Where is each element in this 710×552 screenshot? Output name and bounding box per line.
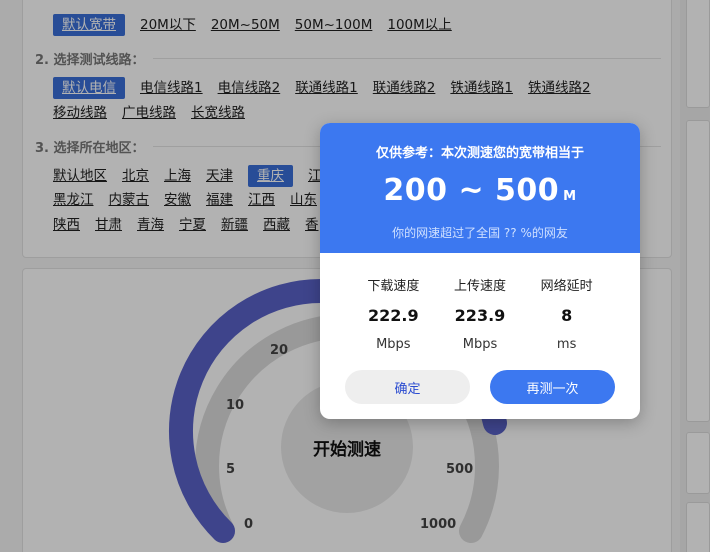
bandwidth-range: 200 ~ 500 M xyxy=(320,173,640,208)
ranking-text: 你的网速超过了全国 ?? %的网友 xyxy=(392,226,568,240)
stat-value: 222.9 xyxy=(368,306,419,325)
result-dialog: 仅供参考：本次测速您的宽带相当于 200 ~ 500 M 你的网速超过了全国 ??… xyxy=(320,123,640,419)
result-dialog-header: 仅供参考：本次测速您的宽带相当于 200 ~ 500 M 你的网速超过了全国 ??… xyxy=(320,123,640,253)
upload-stat: 上传速度 223.9 Mbps xyxy=(440,275,520,352)
stat-unit: ms xyxy=(556,337,577,352)
confirm-button[interactable]: 确定 xyxy=(345,370,470,404)
retest-button[interactable]: 再测一次 xyxy=(490,370,615,404)
latency-stat: 网络延时 8 ms xyxy=(527,275,607,352)
bandwidth-range-value: 200 ~ 500 xyxy=(383,173,560,208)
result-dialog-title: 仅供参考：本次测速您的宽带相当于 xyxy=(375,146,584,161)
stat-value: 223.9 xyxy=(454,306,506,325)
result-stats: 下载速度 222.9 Mbps 上传速度 223.9 Mbps 网络延时 8 m… xyxy=(320,275,640,352)
bandwidth-range-unit: M xyxy=(563,189,577,204)
stat-unit: Mbps xyxy=(376,337,411,352)
download-stat: 下载速度 222.9 Mbps xyxy=(353,275,433,352)
stat-unit: Mbps xyxy=(462,337,498,352)
stat-label: 上传速度 xyxy=(453,279,506,294)
stat-value: 8 xyxy=(561,306,573,325)
stat-label: 网络延时 xyxy=(540,279,593,294)
stat-label: 下载速度 xyxy=(367,279,420,294)
